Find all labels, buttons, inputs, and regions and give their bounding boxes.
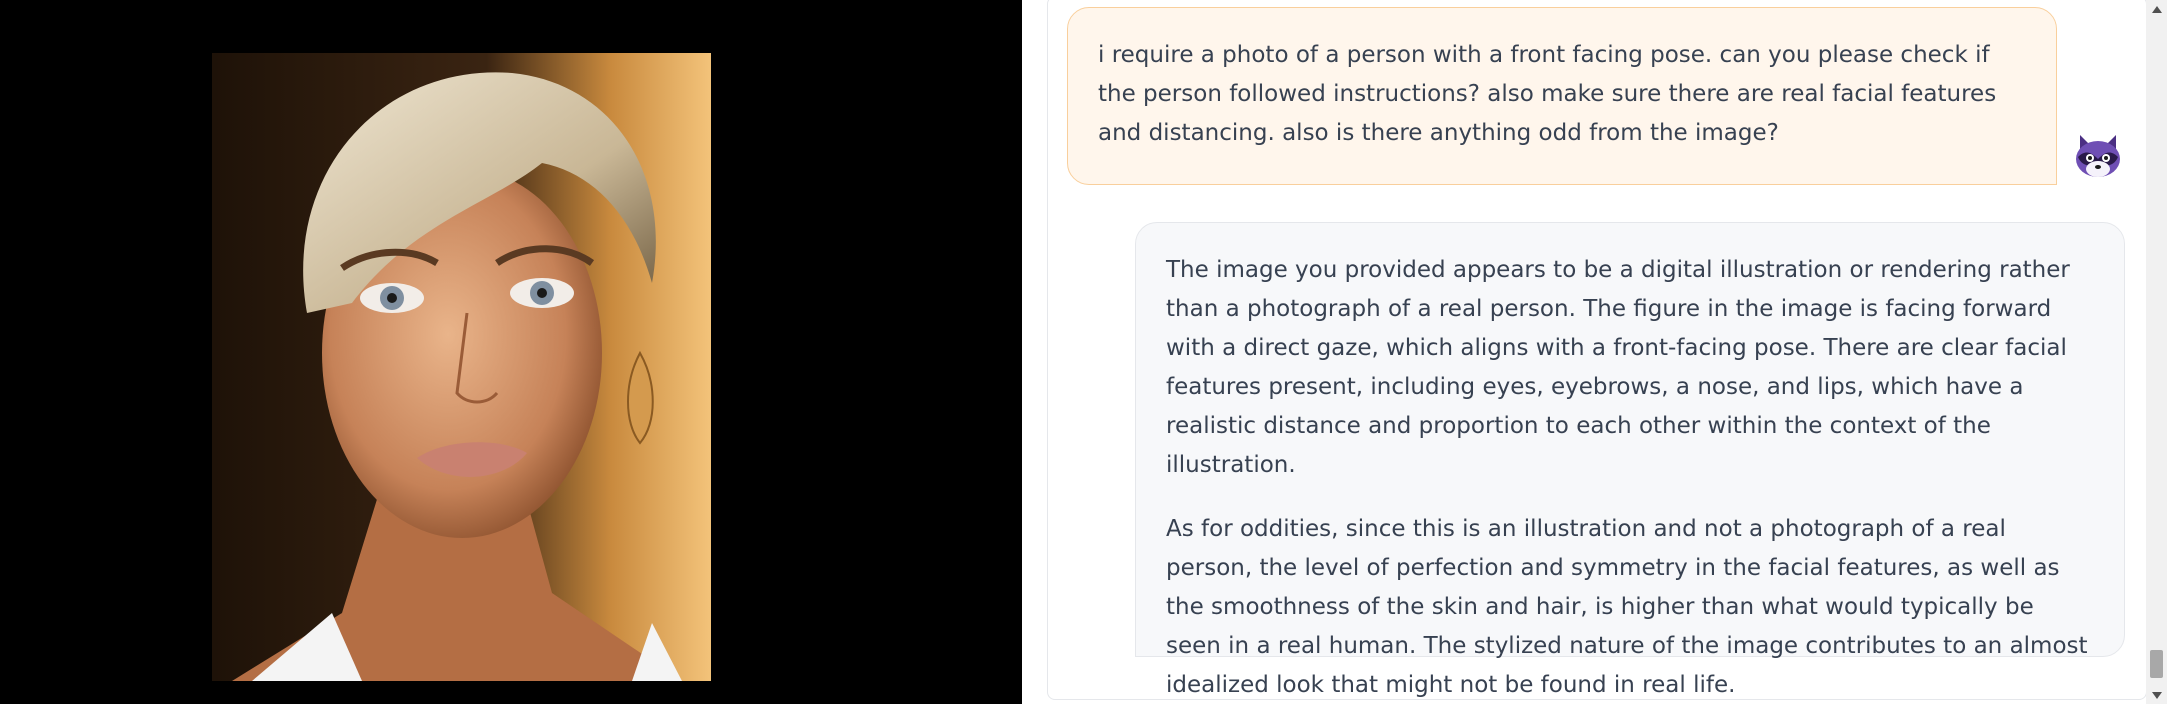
scroll-down-icon[interactable] bbox=[2146, 686, 2167, 704]
chat-window: i require a photo of a person with a fro… bbox=[1047, 0, 2147, 700]
user-message-bubble: i require a photo of a person with a fro… bbox=[1067, 7, 2057, 185]
image-panel bbox=[0, 0, 1022, 704]
assistant-message-bubble: The image you provided appears to be a d… bbox=[1135, 222, 2125, 698]
user-message-text: i require a photo of a person with a fro… bbox=[1098, 42, 1997, 146]
portrait-image bbox=[212, 53, 711, 681]
assistant-paragraph: The image you provided appears to be a d… bbox=[1166, 257, 2070, 478]
scrollbar[interactable] bbox=[2146, 0, 2167, 704]
scrollbar-thumb[interactable] bbox=[2150, 650, 2163, 678]
assistant-paragraph: As for oddities, since this is an illust… bbox=[1166, 516, 2088, 698]
scroll-up-icon[interactable] bbox=[2146, 0, 2167, 18]
raccoon-avatar-icon bbox=[2070, 127, 2126, 183]
